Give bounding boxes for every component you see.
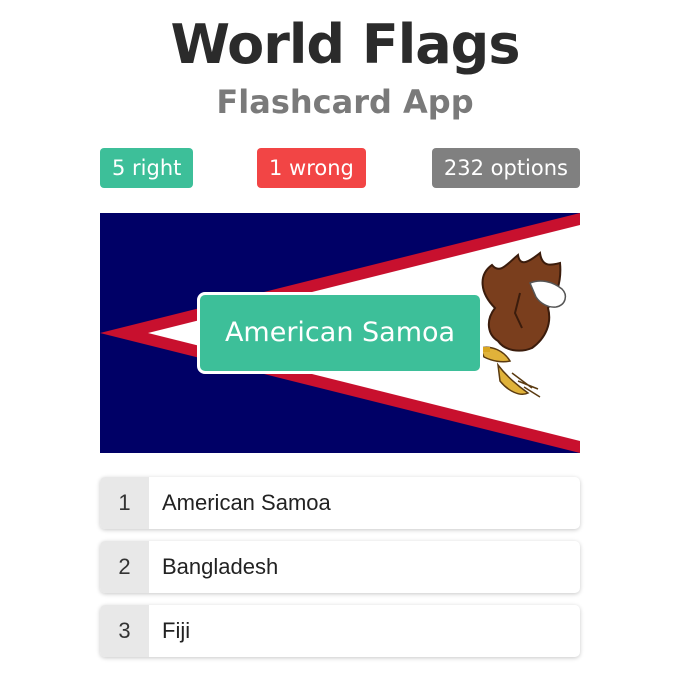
right-count-badge: 5 right <box>100 148 194 188</box>
choice-label: Bangladesh <box>162 554 279 579</box>
choice-label: Fiji <box>162 618 191 643</box>
choice-item[interactable]: 3 Fiji <box>100 605 580 657</box>
app-title: World Flags <box>170 13 521 76</box>
choice-number: 3 <box>100 605 149 657</box>
choice-number: 2 <box>100 541 149 593</box>
options-count-badge: 232 options <box>431 148 580 188</box>
choice-item[interactable]: 1 American Samoa <box>100 477 580 529</box>
choice-number: 1 <box>100 477 149 529</box>
choice-item[interactable]: 2 Bangladesh <box>100 541 580 593</box>
answer-banner: American Samoa <box>197 292 483 374</box>
score-bar: 5 right 1 wrong 232 options <box>100 148 580 188</box>
app-subtitle: Flashcard App <box>216 83 474 121</box>
choice-label: American Samoa <box>162 490 331 515</box>
wrong-count-badge: 1 wrong <box>257 148 366 188</box>
choice-list: 1 American Samoa 2 Bangladesh 3 Fiji <box>100 477 580 669</box>
